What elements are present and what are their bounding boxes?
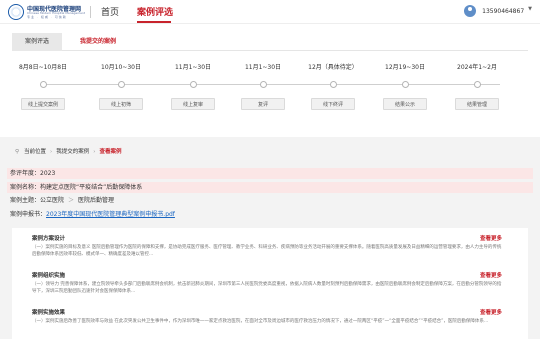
field-theme-value-2: 医院后勤管理 (78, 197, 115, 204)
timeline-date: 2024年1~2月 (457, 64, 497, 71)
breadcrumb-separator: › (50, 149, 53, 155)
field-case-name-label: 案例名称： (10, 184, 41, 191)
view-more-button[interactable]: 查看更多 (480, 308, 502, 316)
field-year-value: 2023 (40, 170, 56, 177)
chevron-down-icon[interactable]: ▼ (528, 6, 532, 12)
tab-bar: 案例评选 我提交的案例 (12, 33, 528, 51)
field-theme-label: 案例主题： (10, 197, 41, 204)
breadcrumb-my-submissions[interactable]: 我提交的案例 (56, 149, 89, 155)
timeline-step-button[interactable]: 线下终评 (311, 98, 355, 110)
view-more-button[interactable]: 查看更多 (480, 271, 502, 279)
timeline-step-button[interactable]: 结果管理 (455, 98, 499, 110)
timeline-dot (402, 81, 409, 88)
header-divider (90, 6, 91, 18)
timeline-step-button[interactable]: 复评 (241, 98, 285, 110)
timeline-dot (118, 81, 125, 88)
logo-tags: 专业 · 权威 · 可信赖 (27, 15, 67, 19)
section-text: （一）案例实施的目标及意义 医院后勤管理作为医院的保障和支撑，是协助完成医疗服务… (32, 245, 502, 257)
section-plan-design: 案例方案设计 查看更多 （一）案例实施的目标及意义 医院后勤管理作为医院的保障和… (32, 234, 502, 268)
user-menu[interactable]: 13590464867 ▼ (464, 5, 532, 19)
breadcrumb-separator: › (93, 149, 96, 155)
field-theme: 案例主题：公立医院＞医院后勤管理 (7, 195, 533, 206)
case-detail-panel: ⚲ 当前位置 › 我提交的案例 › 查看案例 参评年度：2023 案例名称：构建定点医院“… (0, 137, 540, 339)
nav-home-link[interactable]: 首页 (101, 5, 119, 18)
timeline-step-button[interactable]: 结果公示 (383, 98, 427, 110)
timeline-line (40, 84, 500, 85)
field-theme-value-1: 公立医院 (40, 197, 65, 204)
breadcrumb: ⚲ 当前位置 › 我提交的案例 › 查看案例 (15, 147, 121, 155)
tab-case-selection[interactable]: 案例评选 (12, 33, 62, 51)
section-text: （一）案例实施后改善了医院效率与效益 在此次突发公共卫生事件中，作为深圳市唯一一… (32, 319, 489, 324)
nav-case-selection-link[interactable]: 案例评选 (137, 5, 173, 18)
breadcrumb-home: 当前位置 (24, 149, 47, 155)
site-logo[interactable]: 中国现代医院管理网 Chinese Modern Hospital Manage… (8, 3, 108, 21)
timeline-dot (330, 81, 337, 88)
breadcrumb-current: 查看案例 (99, 149, 122, 155)
field-case-name-value: 构建定点医院“平疫结合”后勤保障体系 (40, 184, 143, 191)
nav-active-underline (137, 21, 171, 23)
user-avatar-icon (464, 5, 477, 17)
section-title: 案例方案设计 (32, 236, 66, 242)
tab-my-submissions[interactable]: 我提交的案例 (68, 33, 128, 51)
field-form-label: 案例申报书： (10, 211, 47, 218)
section-title: 案例组织实施 (32, 273, 66, 279)
timeline-step-button[interactable]: 线上初筛 (99, 98, 143, 110)
field-year: 参评年度：2023 (7, 168, 533, 179)
top-header: 中国现代医院管理网 Chinese Modern Hospital Manage… (0, 0, 540, 24)
logo-emblem-icon (8, 4, 24, 20)
section-effect: 案例实施效果 查看更多 （一）案例实施后改善了医院效率与效益 在此次突发公共卫生… (32, 308, 502, 339)
field-year-label: 参评年度： (10, 170, 41, 177)
timeline-dot (190, 81, 197, 88)
selection-timeline: 8月8日~10月8日 线上提交案例 10月10~30日 线上初筛 11月1~30… (0, 62, 540, 122)
user-phone: 13590464867 (482, 8, 525, 15)
timeline-dot (40, 81, 47, 88)
timeline-dot (474, 81, 481, 88)
section-text: （一）领导力 完善保障体系，建立院领导牵头多部门后勤联席例会机制，抗击新冠肺炎期… (32, 282, 502, 294)
timeline-date: 8月8日~10月8日 (18, 64, 68, 71)
application-form-pdf-link[interactable]: 2023年度中国现代医院管理典型案例申报书.pdf (46, 211, 175, 218)
timeline-dot (260, 81, 267, 88)
field-case-name: 案例名称：构建定点医院“平疫结合”后勤保障体系 (7, 182, 533, 193)
chevron-right-icon: ＞ (68, 197, 75, 204)
section-implementation: 案例组织实施 查看更多 （一）领导力 完善保障体系，建立院领导牵头多部门后勤联席… (32, 271, 502, 305)
location-pin-icon: ⚲ (15, 149, 20, 155)
timeline-step-button[interactable]: 线上复审 (171, 98, 215, 110)
field-application-form: 案例申报书：2023年度中国现代医院管理典型案例申报书.pdf (7, 209, 533, 220)
view-more-button[interactable]: 查看更多 (480, 234, 502, 242)
section-title: 案例实施效果 (32, 310, 66, 316)
timeline-step-button[interactable]: 线上提交案例 (21, 98, 65, 110)
case-content-area: 案例方案设计 查看更多 （一）案例实施的目标及意义 医院后勤管理作为医院的保障和… (12, 228, 528, 339)
